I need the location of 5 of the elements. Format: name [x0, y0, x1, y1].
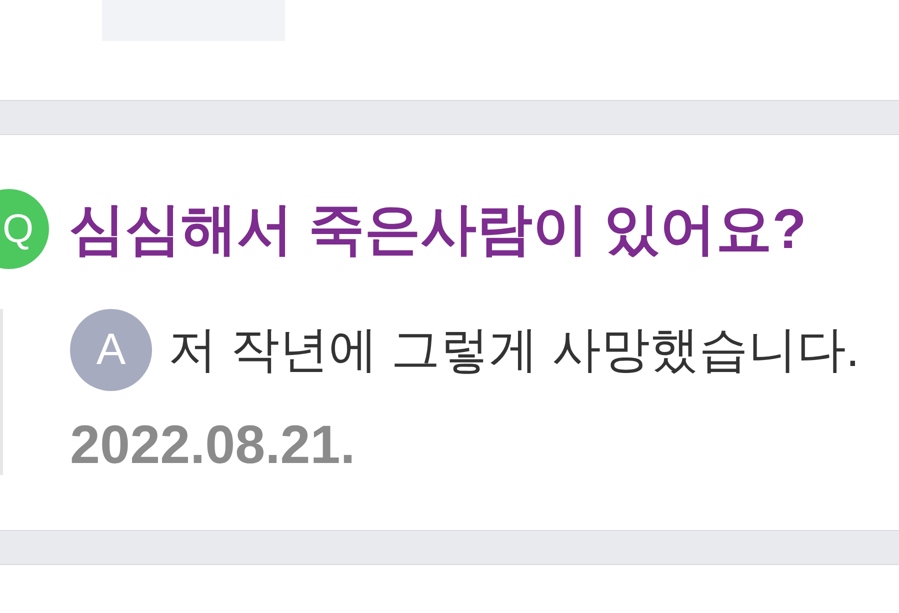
answer-text: 저 작년에 그렇게 사망했습니다. — [168, 322, 860, 379]
question-badge-icon: Q — [0, 189, 49, 269]
answer-badge-icon: A — [70, 309, 152, 391]
answer-date: 2022.08.21. — [70, 415, 356, 475]
question-title-link[interactable]: 심심해서 죽은사람이 있어요? — [69, 197, 806, 261]
